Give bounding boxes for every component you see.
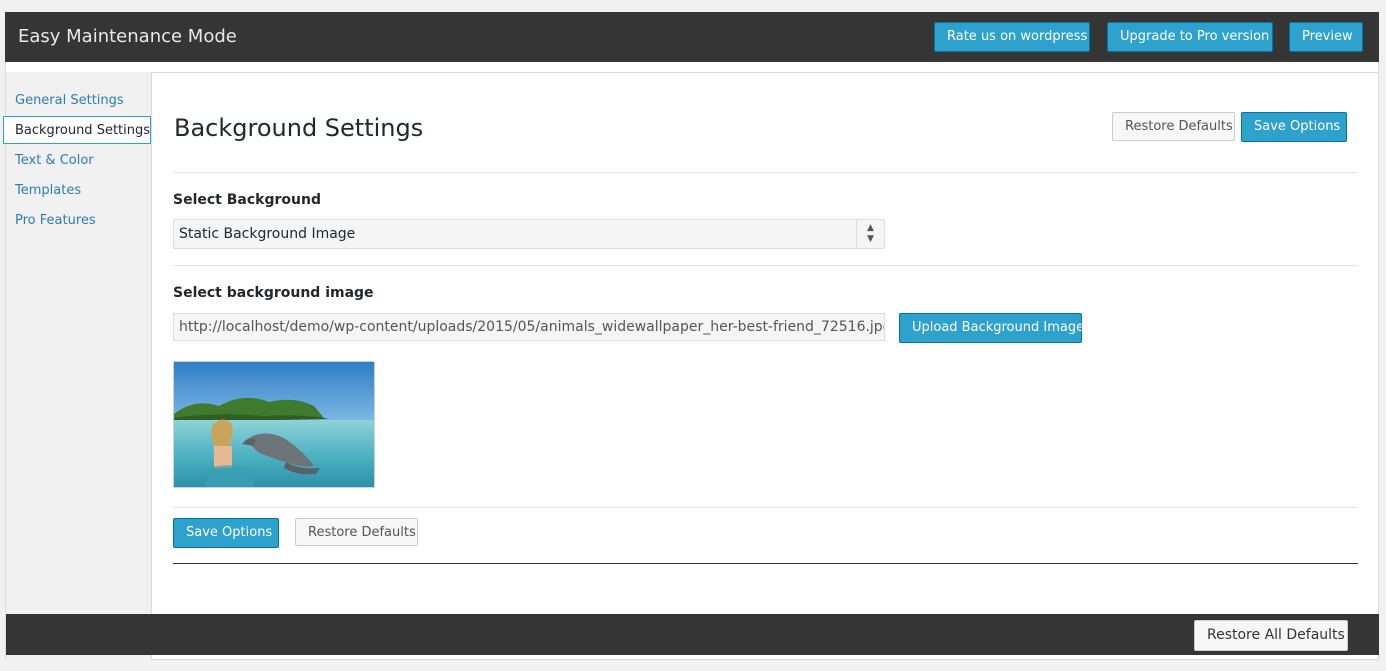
save-options-button-top[interactable]: Save Options [1241,112,1347,142]
divider [173,507,1358,508]
sidebar-item-background-settings[interactable]: Background Settings [3,116,151,144]
save-options-button-bottom[interactable]: Save Options [173,518,279,548]
upload-background-image-button[interactable]: Upload Background Image [899,313,1084,343]
restore-defaults-button-top[interactable]: Restore Defaults [1112,112,1235,141]
background-image-url-input[interactable]: http://localhost/demo/wp-content/uploads… [173,313,885,341]
background-image-preview [173,361,375,488]
restore-defaults-button-bottom[interactable]: Restore Defaults [295,518,418,546]
sidebar-item-general-settings[interactable]: General Settings [6,87,152,115]
background-type-select[interactable]: Static Background Image ▲ ▼ [173,219,885,249]
select-background-label: Select Background [173,192,321,208]
beach-dolphin-image [174,362,374,487]
sidebar-item-text-color[interactable]: Text & Color [6,147,152,175]
app-title: Easy Maintenance Mode [18,26,237,47]
background-image-label: Select background image [173,285,374,301]
section-end-rule [173,563,1358,564]
upgrade-pro-button[interactable]: Upgrade to Pro version [1107,22,1273,52]
divider [173,172,1358,173]
background-type-value: Static Background Image [179,226,356,242]
preview-button[interactable]: Preview [1289,22,1363,52]
restore-all-defaults-button[interactable]: Restore All Defaults [1194,620,1348,651]
select-arrows-icon: ▲ ▼ [856,220,884,248]
rate-us-button[interactable]: Rate us on wordpress [934,22,1090,52]
sidebar-item-templates[interactable]: Templates [6,177,152,205]
page-title: Background Settings [174,114,424,142]
footer-bar [6,614,1379,655]
divider [173,265,1358,266]
header-divider [6,72,1378,73]
sidebar-item-pro-features[interactable]: Pro Features [6,207,152,235]
sidebar: General Settings Background Settings Tex… [3,72,152,660]
